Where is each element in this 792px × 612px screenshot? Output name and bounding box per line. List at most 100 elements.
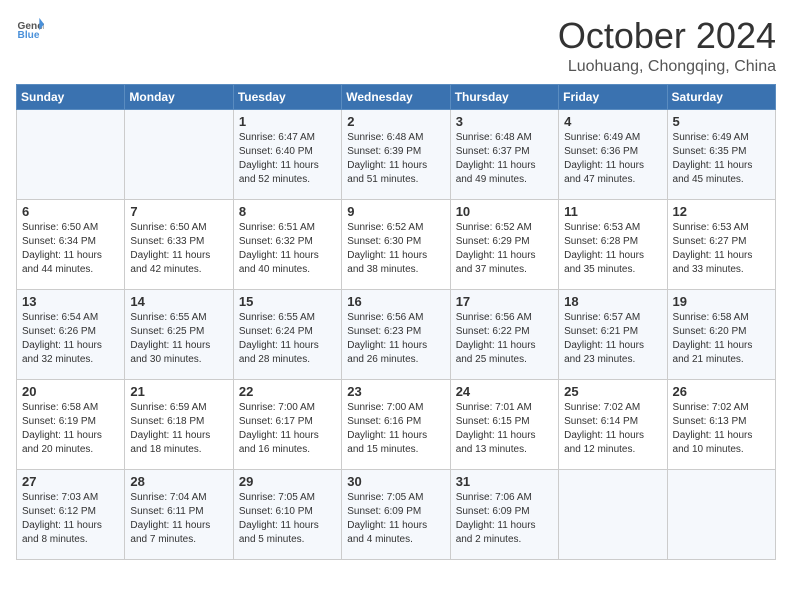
col-friday: Friday [559,84,667,109]
day-number: 24 [456,384,553,399]
day-number: 17 [456,294,553,309]
cell-w4-d3: 22 Sunrise: 7:00 AM Sunset: 6:17 PM Dayli… [233,379,341,469]
cell-details: Sunrise: 6:58 AM Sunset: 6:19 PM Dayligh… [22,401,119,457]
cell-details: Sunrise: 6:55 AM Sunset: 6:25 PM Dayligh… [130,311,227,367]
logo: General Blue [16,16,44,40]
cell-w1-d3: 1 Sunrise: 6:47 AM Sunset: 6:40 PM Daylig… [233,109,341,199]
day-number: 6 [22,204,119,219]
cell-w2-d6: 11 Sunrise: 6:53 AM Sunset: 6:28 PM Dayli… [559,199,667,289]
day-number: 28 [130,474,227,489]
header-row: Sunday Monday Tuesday Wednesday Thursday… [17,84,776,109]
cell-details: Sunrise: 6:47 AM Sunset: 6:40 PM Dayligh… [239,131,336,187]
cell-w4-d2: 21 Sunrise: 6:59 AM Sunset: 6:18 PM Dayli… [125,379,233,469]
cell-details: Sunrise: 6:51 AM Sunset: 6:32 PM Dayligh… [239,221,336,277]
cell-w4-d4: 23 Sunrise: 7:00 AM Sunset: 6:16 PM Dayli… [342,379,450,469]
cell-w1-d5: 3Sunrise: 6:48 AM Sunset: 6:37 PM Daylig… [450,109,558,199]
cell-w3-d4: 16 Sunrise: 6:56 AM Sunset: 6:23 PM Dayli… [342,289,450,379]
calendar-header: Sunday Monday Tuesday Wednesday Thursday… [17,84,776,109]
cell-w1-d4: 2Sunrise: 6:48 AM Sunset: 6:39 PM Daylig… [342,109,450,199]
cell-w4-d1: 20 Sunrise: 6:58 AM Sunset: 6:19 PM Dayli… [17,379,125,469]
cell-details: Sunrise: 6:58 AM Sunset: 6:20 PM Dayligh… [673,311,770,367]
day-number: 11 [564,204,661,219]
day-number: 16 [347,294,444,309]
col-monday: Monday [125,84,233,109]
day-number: 23 [347,384,444,399]
cell-details: Sunrise: 7:00 AM Sunset: 6:16 PM Dayligh… [347,401,444,457]
svg-text:Blue: Blue [18,30,40,40]
day-number: 8 [239,204,336,219]
cell-details: Sunrise: 7:02 AM Sunset: 6:14 PM Dayligh… [564,401,661,457]
day-number: 22 [239,384,336,399]
day-number: 31 [456,474,553,489]
cell-details: Sunrise: 6:54 AM Sunset: 6:26 PM Dayligh… [22,311,119,367]
day-number: 18 [564,294,661,309]
cell-w5-d7 [667,469,775,559]
col-thursday: Thursday [450,84,558,109]
cell-details: Sunrise: 7:06 AM Sunset: 6:09 PM Dayligh… [456,491,553,547]
day-number: 19 [673,294,770,309]
cell-details: Sunrise: 6:56 AM Sunset: 6:23 PM Dayligh… [347,311,444,367]
cell-w5-d4: 30Sunrise: 7:05 AM Sunset: 6:09 PM Dayli… [342,469,450,559]
cell-w5-d2: 28 Sunrise: 7:04 AM Sunset: 6:11 PM Dayli… [125,469,233,559]
cell-details: Sunrise: 6:49 AM Sunset: 6:35 PM Dayligh… [673,131,770,187]
col-wednesday: Wednesday [342,84,450,109]
week-row-4: 20 Sunrise: 6:58 AM Sunset: 6:19 PM Dayli… [17,379,776,469]
cell-details: Sunrise: 6:49 AM Sunset: 6:36 PM Dayligh… [564,131,661,187]
day-number: 30 [347,474,444,489]
col-sunday: Sunday [17,84,125,109]
day-number: 21 [130,384,227,399]
cell-w3-d5: 17 Sunrise: 6:56 AM Sunset: 6:22 PM Dayli… [450,289,558,379]
cell-details: Sunrise: 6:53 AM Sunset: 6:28 PM Dayligh… [564,221,661,277]
week-row-1: 1 Sunrise: 6:47 AM Sunset: 6:40 PM Daylig… [17,109,776,199]
cell-details: Sunrise: 6:50 AM Sunset: 6:34 PM Dayligh… [22,221,119,277]
cell-w3-d3: 15Sunrise: 6:55 AM Sunset: 6:24 PM Dayli… [233,289,341,379]
cell-w1-d6: 4 Sunrise: 6:49 AM Sunset: 6:36 PM Daylig… [559,109,667,199]
calendar-location: Luohuang, Chongqing, China [558,58,776,76]
generalblue-logo-icon: General Blue [16,16,44,40]
day-number: 10 [456,204,553,219]
cell-w3-d2: 14 Sunrise: 6:55 AM Sunset: 6:25 PM Dayli… [125,289,233,379]
cell-w5-d5: 31 Sunrise: 7:06 AM Sunset: 6:09 PM Dayli… [450,469,558,559]
day-number: 7 [130,204,227,219]
cell-w2-d5: 10Sunrise: 6:52 AM Sunset: 6:29 PM Dayli… [450,199,558,289]
week-row-3: 13Sunrise: 6:54 AM Sunset: 6:26 PM Dayli… [17,289,776,379]
cell-details: Sunrise: 7:00 AM Sunset: 6:17 PM Dayligh… [239,401,336,457]
cell-details: Sunrise: 6:59 AM Sunset: 6:18 PM Dayligh… [130,401,227,457]
day-number: 14 [130,294,227,309]
day-number: 2 [347,114,444,129]
cell-w5-d1: 27Sunrise: 7:03 AM Sunset: 6:12 PM Dayli… [17,469,125,559]
col-tuesday: Tuesday [233,84,341,109]
cell-w2-d3: 8 Sunrise: 6:51 AM Sunset: 6:32 PM Daylig… [233,199,341,289]
day-number: 1 [239,114,336,129]
cell-w4-d5: 24 Sunrise: 7:01 AM Sunset: 6:15 PM Dayli… [450,379,558,469]
cell-w1-d1 [17,109,125,199]
cell-w1-d2 [125,109,233,199]
cell-w1-d7: 5Sunrise: 6:49 AM Sunset: 6:35 PM Daylig… [667,109,775,199]
cell-w3-d7: 19 Sunrise: 6:58 AM Sunset: 6:20 PM Dayli… [667,289,775,379]
cell-details: Sunrise: 6:56 AM Sunset: 6:22 PM Dayligh… [456,311,553,367]
cell-details: Sunrise: 7:04 AM Sunset: 6:11 PM Dayligh… [130,491,227,547]
cell-details: Sunrise: 7:02 AM Sunset: 6:13 PM Dayligh… [673,401,770,457]
cell-w5-d3: 29Sunrise: 7:05 AM Sunset: 6:10 PM Dayli… [233,469,341,559]
cell-w3-d1: 13Sunrise: 6:54 AM Sunset: 6:26 PM Dayli… [17,289,125,379]
cell-details: Sunrise: 6:53 AM Sunset: 6:27 PM Dayligh… [673,221,770,277]
cell-details: Sunrise: 7:01 AM Sunset: 6:15 PM Dayligh… [456,401,553,457]
day-number: 4 [564,114,661,129]
week-row-5: 27Sunrise: 7:03 AM Sunset: 6:12 PM Dayli… [17,469,776,559]
day-number: 25 [564,384,661,399]
day-number: 27 [22,474,119,489]
cell-details: Sunrise: 6:52 AM Sunset: 6:30 PM Dayligh… [347,221,444,277]
day-number: 15 [239,294,336,309]
day-number: 3 [456,114,553,129]
title-block: October 2024 Luohuang, Chongqing, China [558,16,776,76]
calendar-table: Sunday Monday Tuesday Wednesday Thursday… [16,84,776,560]
cell-details: Sunrise: 6:57 AM Sunset: 6:21 PM Dayligh… [564,311,661,367]
page-header: General Blue October 2024 Luohuang, Chon… [16,16,776,76]
day-number: 26 [673,384,770,399]
cell-w2-d1: 6 Sunrise: 6:50 AM Sunset: 6:34 PM Daylig… [17,199,125,289]
day-number: 20 [22,384,119,399]
day-number: 12 [673,204,770,219]
col-saturday: Saturday [667,84,775,109]
day-number: 9 [347,204,444,219]
calendar-title: October 2024 [558,16,776,56]
